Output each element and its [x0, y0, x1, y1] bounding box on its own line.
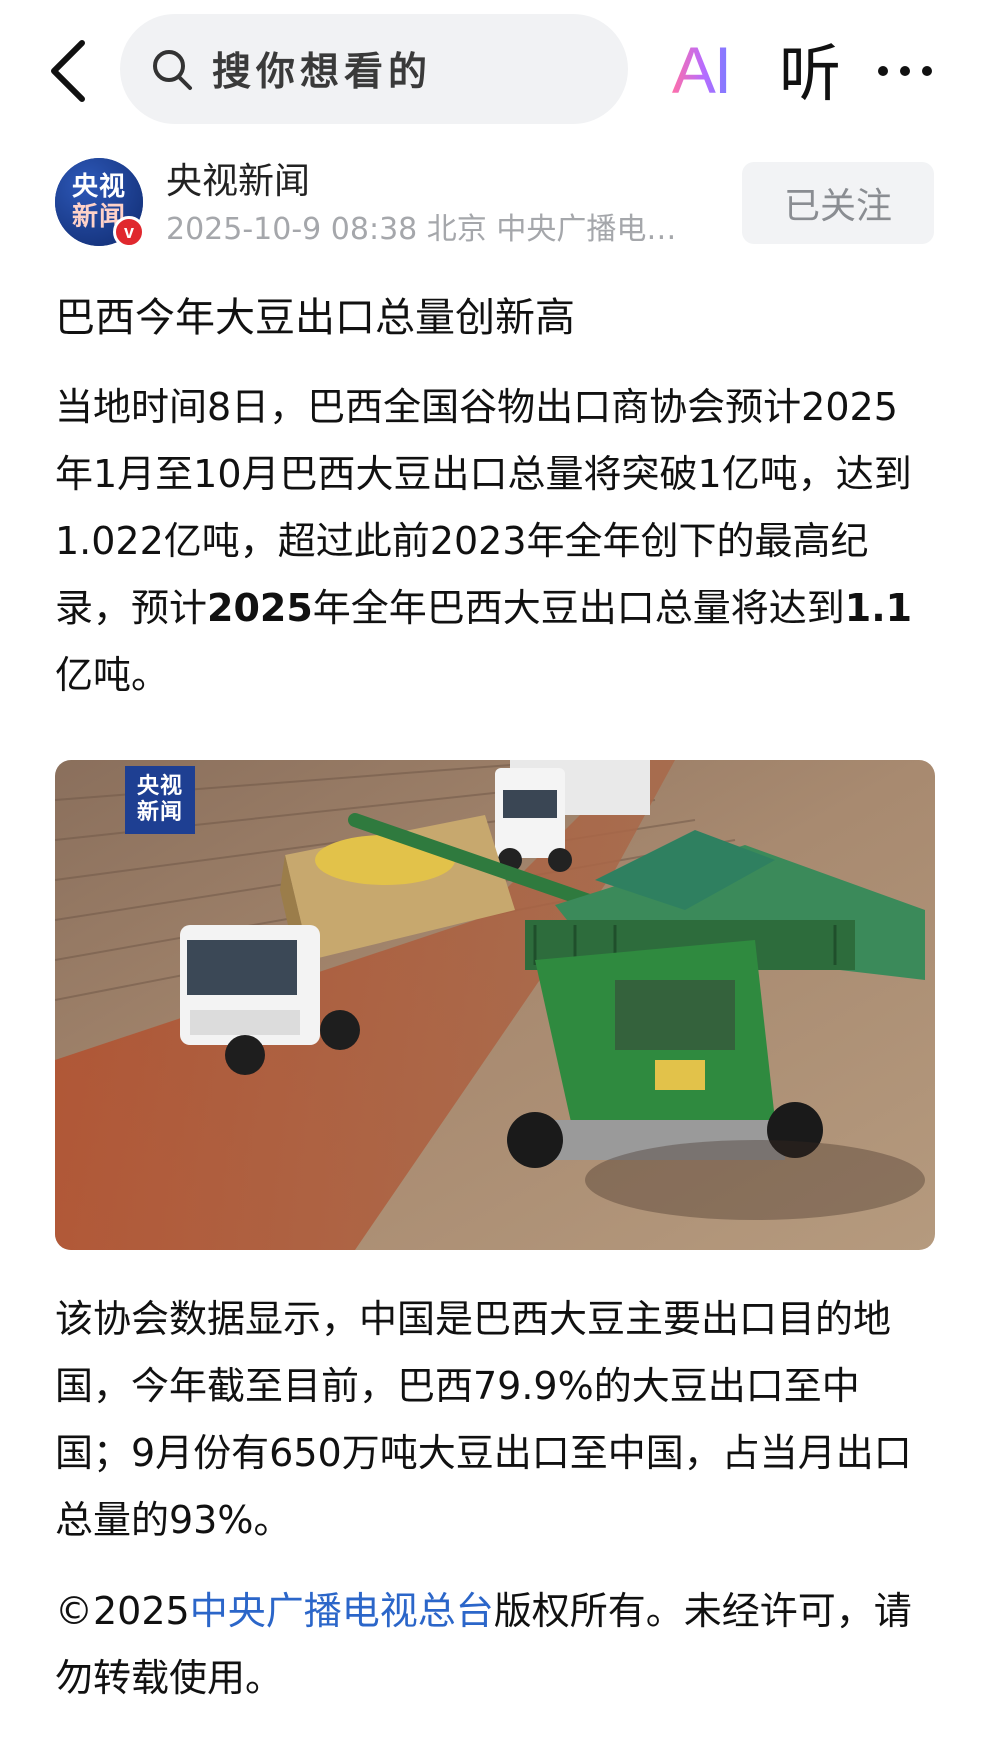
article-title: 巴西今年大豆出口总量创新高 [55, 295, 575, 341]
watermark-line2: 新闻 [136, 800, 183, 825]
watermark-line1: 央视 [136, 774, 183, 799]
search-input[interactable]: 搜你想看的 [120, 14, 628, 124]
author-name[interactable]: 央视新闻 [166, 152, 310, 204]
paragraph-1-bold-year: 2025 [207, 586, 313, 630]
post-meta: 2025-10-9 08:38 北京 中央广播电… [166, 212, 677, 247]
image-watermark-logo: 央视 新闻 [125, 766, 195, 834]
listen-button[interactable]: 听 [760, 28, 860, 110]
paragraph-1-bold-amount: 1.1 [844, 586, 913, 630]
avatar[interactable]: 央视 新闻 v [55, 158, 145, 248]
cctv-link[interactable]: 中央广播电视总台 [190, 1589, 494, 1633]
back-arrow-icon [51, 40, 85, 102]
article-paragraph-1: 当地时间8日，巴西全国谷物出口商协会预计2025年1月至10月巴西大豆出口总量将… [55, 374, 935, 709]
article-image[interactable]: 央视 新闻 [55, 760, 935, 1250]
search-placeholder: 搜你想看的 [212, 50, 433, 95]
verified-icon: v [113, 216, 145, 248]
ai-label: AI [671, 33, 732, 107]
search-icon [153, 50, 192, 90]
more-button[interactable] [870, 36, 940, 106]
top-bar: 搜你想看的 AI 听 [0, 0, 986, 140]
copyright-notice: ©2025中央广播电视总台版权所有。未经许可，请勿转载使用。 [55, 1578, 935, 1712]
ai-button[interactable]: AI [646, 33, 756, 107]
back-button[interactable] [40, 36, 96, 106]
author-row: 央视 新闻 v 央视新闻 2025-10-9 08:38 北京 中央广播电… 已… [0, 150, 986, 260]
more-dots-icon [878, 66, 932, 76]
follow-button[interactable]: 已关注 [742, 162, 934, 244]
paragraph-1-text-c: 亿吨。 [55, 653, 170, 697]
avatar-logo-line1: 央视 [71, 172, 126, 202]
listen-label: 听 [778, 37, 841, 110]
article-paragraph-2: 该协会数据显示，中国是巴西大豆主要出口目的地国，今年截至目前，巴西79.9%的大… [55, 1297, 912, 1542]
paragraph-1-text-b: 年全年巴西大豆出口总量将达到 [312, 586, 845, 630]
copyright-year: ©2025 [55, 1589, 190, 1633]
